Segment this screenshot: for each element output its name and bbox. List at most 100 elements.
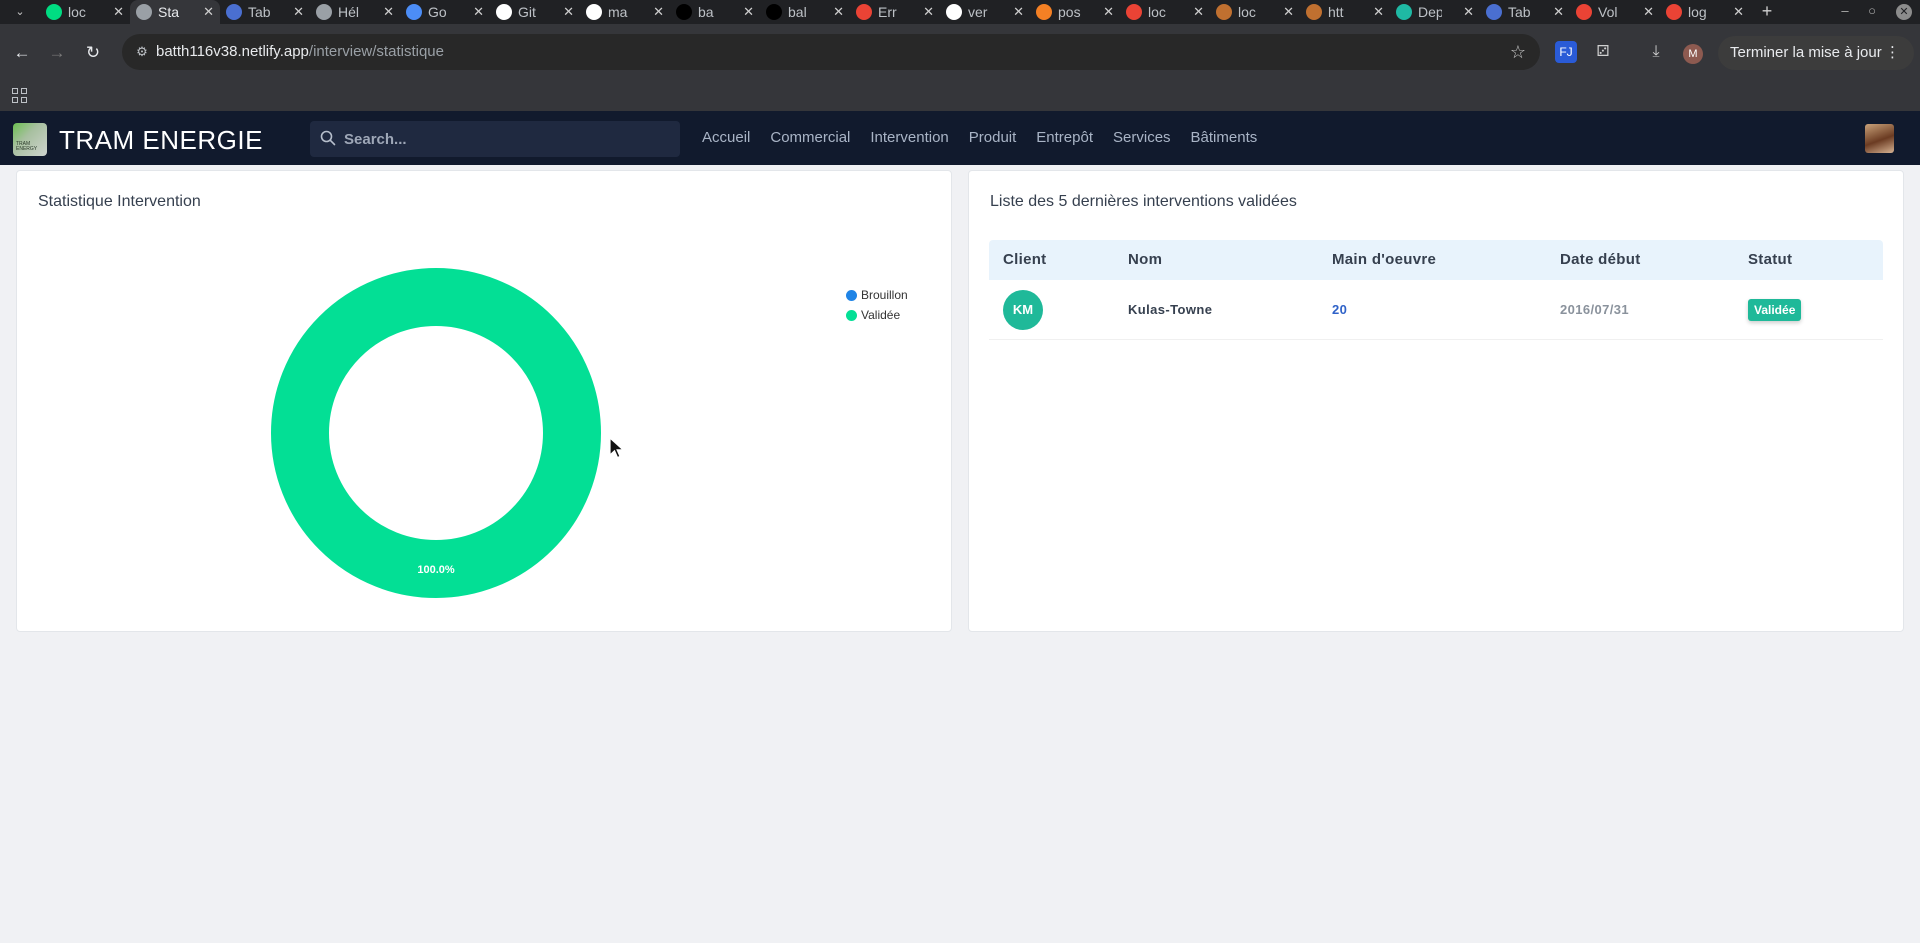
tab-close-icon[interactable]: ✕ <box>473 3 484 21</box>
nav-item-services[interactable]: Services <box>1113 111 1171 165</box>
app-header: TRAM ENERGY TRAM ENERGIE Accueil Commerci… <box>0 111 1920 165</box>
browser-tab[interactable]: Hél ✕ <box>310 0 400 24</box>
tab-close-icon[interactable]: ✕ <box>203 3 214 21</box>
apps-grid-icon[interactable] <box>12 88 28 104</box>
reload-icon[interactable]: ↻ <box>80 40 106 66</box>
browser-tab[interactable]: bal ✕ <box>760 0 850 24</box>
tab-close-icon[interactable]: ✕ <box>1103 3 1114 21</box>
chart-legend: Brouillon Validée <box>846 285 908 325</box>
url-path: /interview/statistique <box>308 43 444 60</box>
address-bar[interactable]: ⚙ batth116v38.netlify.app/interview/stat… <box>122 34 1540 70</box>
google-icon <box>1126 4 1142 20</box>
main-nav: Accueil Commercial Intervention Produit Entr… <box>702 111 1277 165</box>
extension-fj-icon[interactable]: FJ <box>1555 41 1577 63</box>
browser-tab[interactable]: Tab ✕ <box>220 0 310 24</box>
kebab-menu-icon[interactable]: ⋮ <box>1885 36 1900 70</box>
update-button-label: Terminer la mise à jour <box>1730 44 1882 61</box>
nav-item-commercial[interactable]: Commercial <box>770 111 850 165</box>
new-tab-button[interactable]: + <box>1756 0 1778 24</box>
browser-tab-strip: ⌄ loc ✕ Sta ✕ Tab ✕ Hél ✕ Go ✕ Git ✕ ma ✕ ba ✕ bal ✕ Err ✕ v… <box>0 0 1920 24</box>
back-arrow-icon[interactable]: ← <box>9 40 35 66</box>
tab-close-icon[interactable]: ✕ <box>1553 3 1564 21</box>
table-row[interactable]: KM Kulas-Towne 20 2016/07/31 Validée <box>989 280 1883 340</box>
nav-item-intervention[interactable]: Intervention <box>870 111 948 165</box>
browser-tab[interactable]: Err ✕ <box>850 0 940 24</box>
browser-tab[interactable]: Tab ✕ <box>1480 0 1570 24</box>
tab-title: Tab <box>1508 4 1531 20</box>
tab-title: pos <box>1058 4 1081 20</box>
legend-item[interactable]: Validée <box>846 305 908 325</box>
tab-title: Sta <box>158 4 180 20</box>
column-header[interactable]: Main d'oeuvre <box>1332 240 1436 280</box>
nav-item-produit[interactable]: Produit <box>969 111 1017 165</box>
maximize-icon[interactable]: ○ <box>1860 0 1884 24</box>
browser-tab[interactable]: pos ✕ <box>1030 0 1120 24</box>
browser-tab[interactable]: loc ✕ <box>40 0 130 24</box>
browser-tab[interactable]: htt ✕ <box>1300 0 1390 24</box>
url-text[interactable]: batth116v38.netlify.app/interview/statis… <box>156 43 444 61</box>
tableau-icon <box>1486 4 1502 20</box>
brand-title[interactable]: TRAM ENERGIE <box>59 125 263 155</box>
stackoverflow-icon <box>1036 4 1052 20</box>
browser-tab[interactable]: Dep ✕ <box>1390 0 1480 24</box>
tab-search-chevron-icon[interactable]: ⌄ <box>9 3 31 21</box>
tab-close-icon[interactable]: ✕ <box>833 3 844 21</box>
table-body: KM Kulas-Towne 20 2016/07/31 Validée <box>989 280 1883 340</box>
tram-energie-logo[interactable]: TRAM ENERGY <box>13 123 47 156</box>
tab-close-icon[interactable]: ✕ <box>1013 3 1024 21</box>
tab-close-icon[interactable]: ✕ <box>1373 3 1384 21</box>
minimize-icon[interactable]: – <box>1833 0 1857 24</box>
profile-avatar[interactable]: M <box>1683 44 1703 64</box>
browser-tab[interactable]: loc ✕ <box>1210 0 1300 24</box>
column-header[interactable]: Date début <box>1560 240 1641 280</box>
tab-close-icon[interactable]: ✕ <box>113 3 124 21</box>
tab-title: loc <box>68 4 86 20</box>
browser-tab[interactable]: loc ✕ <box>1120 0 1210 24</box>
browser-tab[interactable]: ver ✕ <box>940 0 1030 24</box>
mouse-cursor-icon <box>609 437 625 459</box>
browser-tab[interactable]: Sta ✕ <box>130 0 220 24</box>
nav-item-entrepot[interactable]: Entrepôt <box>1036 111 1093 165</box>
window-close-icon[interactable]: ✕ <box>1896 4 1912 20</box>
column-header[interactable]: Statut <box>1748 240 1792 280</box>
legend-item[interactable]: Brouillon <box>846 285 908 305</box>
browser-tab[interactable]: log ✕ <box>1660 0 1750 24</box>
download-icon[interactable]: ⤓ <box>1645 41 1667 63</box>
column-header[interactable]: Nom <box>1128 240 1162 280</box>
nav-item-accueil[interactable]: Accueil <box>702 111 750 165</box>
globe-icon <box>136 4 152 20</box>
slice-validee[interactable] <box>271 268 601 598</box>
browser-tab[interactable]: Go ✕ <box>400 0 490 24</box>
tab-close-icon[interactable]: ✕ <box>1283 3 1294 21</box>
tab-title: log <box>1688 4 1707 20</box>
browser-tab[interactable]: ba ✕ <box>670 0 760 24</box>
tab-close-icon[interactable]: ✕ <box>383 3 394 21</box>
browser-tab[interactable]: Vol ✕ <box>1570 0 1660 24</box>
column-header[interactable]: Client <box>1003 240 1046 280</box>
tab-close-icon[interactable]: ✕ <box>743 3 754 21</box>
user-avatar[interactable] <box>1865 124 1894 153</box>
forward-arrow-icon[interactable]: → <box>44 40 70 66</box>
site-info-icon[interactable]: ⚙ <box>134 44 150 60</box>
tab-close-icon[interactable]: ✕ <box>293 3 304 21</box>
tab-close-icon[interactable]: ✕ <box>563 3 574 21</box>
tab-close-icon[interactable]: ✕ <box>1733 3 1744 21</box>
laravel-icon <box>1216 4 1232 20</box>
tab-close-icon[interactable]: ✕ <box>1643 3 1654 21</box>
bookmark-star-icon[interactable]: ☆ <box>1510 41 1526 63</box>
interventions-card: Liste des 5 dernières interventions vali… <box>968 170 1904 632</box>
tab-close-icon[interactable]: ✕ <box>1193 3 1204 21</box>
tab-close-icon[interactable]: ✕ <box>1463 3 1474 21</box>
tab-close-icon[interactable]: ✕ <box>653 3 664 21</box>
extensions-puzzle-icon[interactable]: ⚂ <box>1592 41 1614 63</box>
nuxt-icon <box>46 4 62 20</box>
openai-icon <box>316 4 332 20</box>
browser-tab[interactable]: ma ✕ <box>580 0 670 24</box>
nav-item-batiments[interactable]: Bâtiments <box>1191 111 1258 165</box>
tab-close-icon[interactable]: ✕ <box>923 3 934 21</box>
search-input[interactable] <box>344 121 674 157</box>
legend-dot-icon <box>846 289 857 301</box>
update-button[interactable]: Terminer la mise à jour ⋮ <box>1718 36 1914 70</box>
browser-toolbar: ← → ↻ ⚙ batth116v38.netlify.app/intervie… <box>0 24 1920 82</box>
browser-tab[interactable]: Git ✕ <box>490 0 580 24</box>
